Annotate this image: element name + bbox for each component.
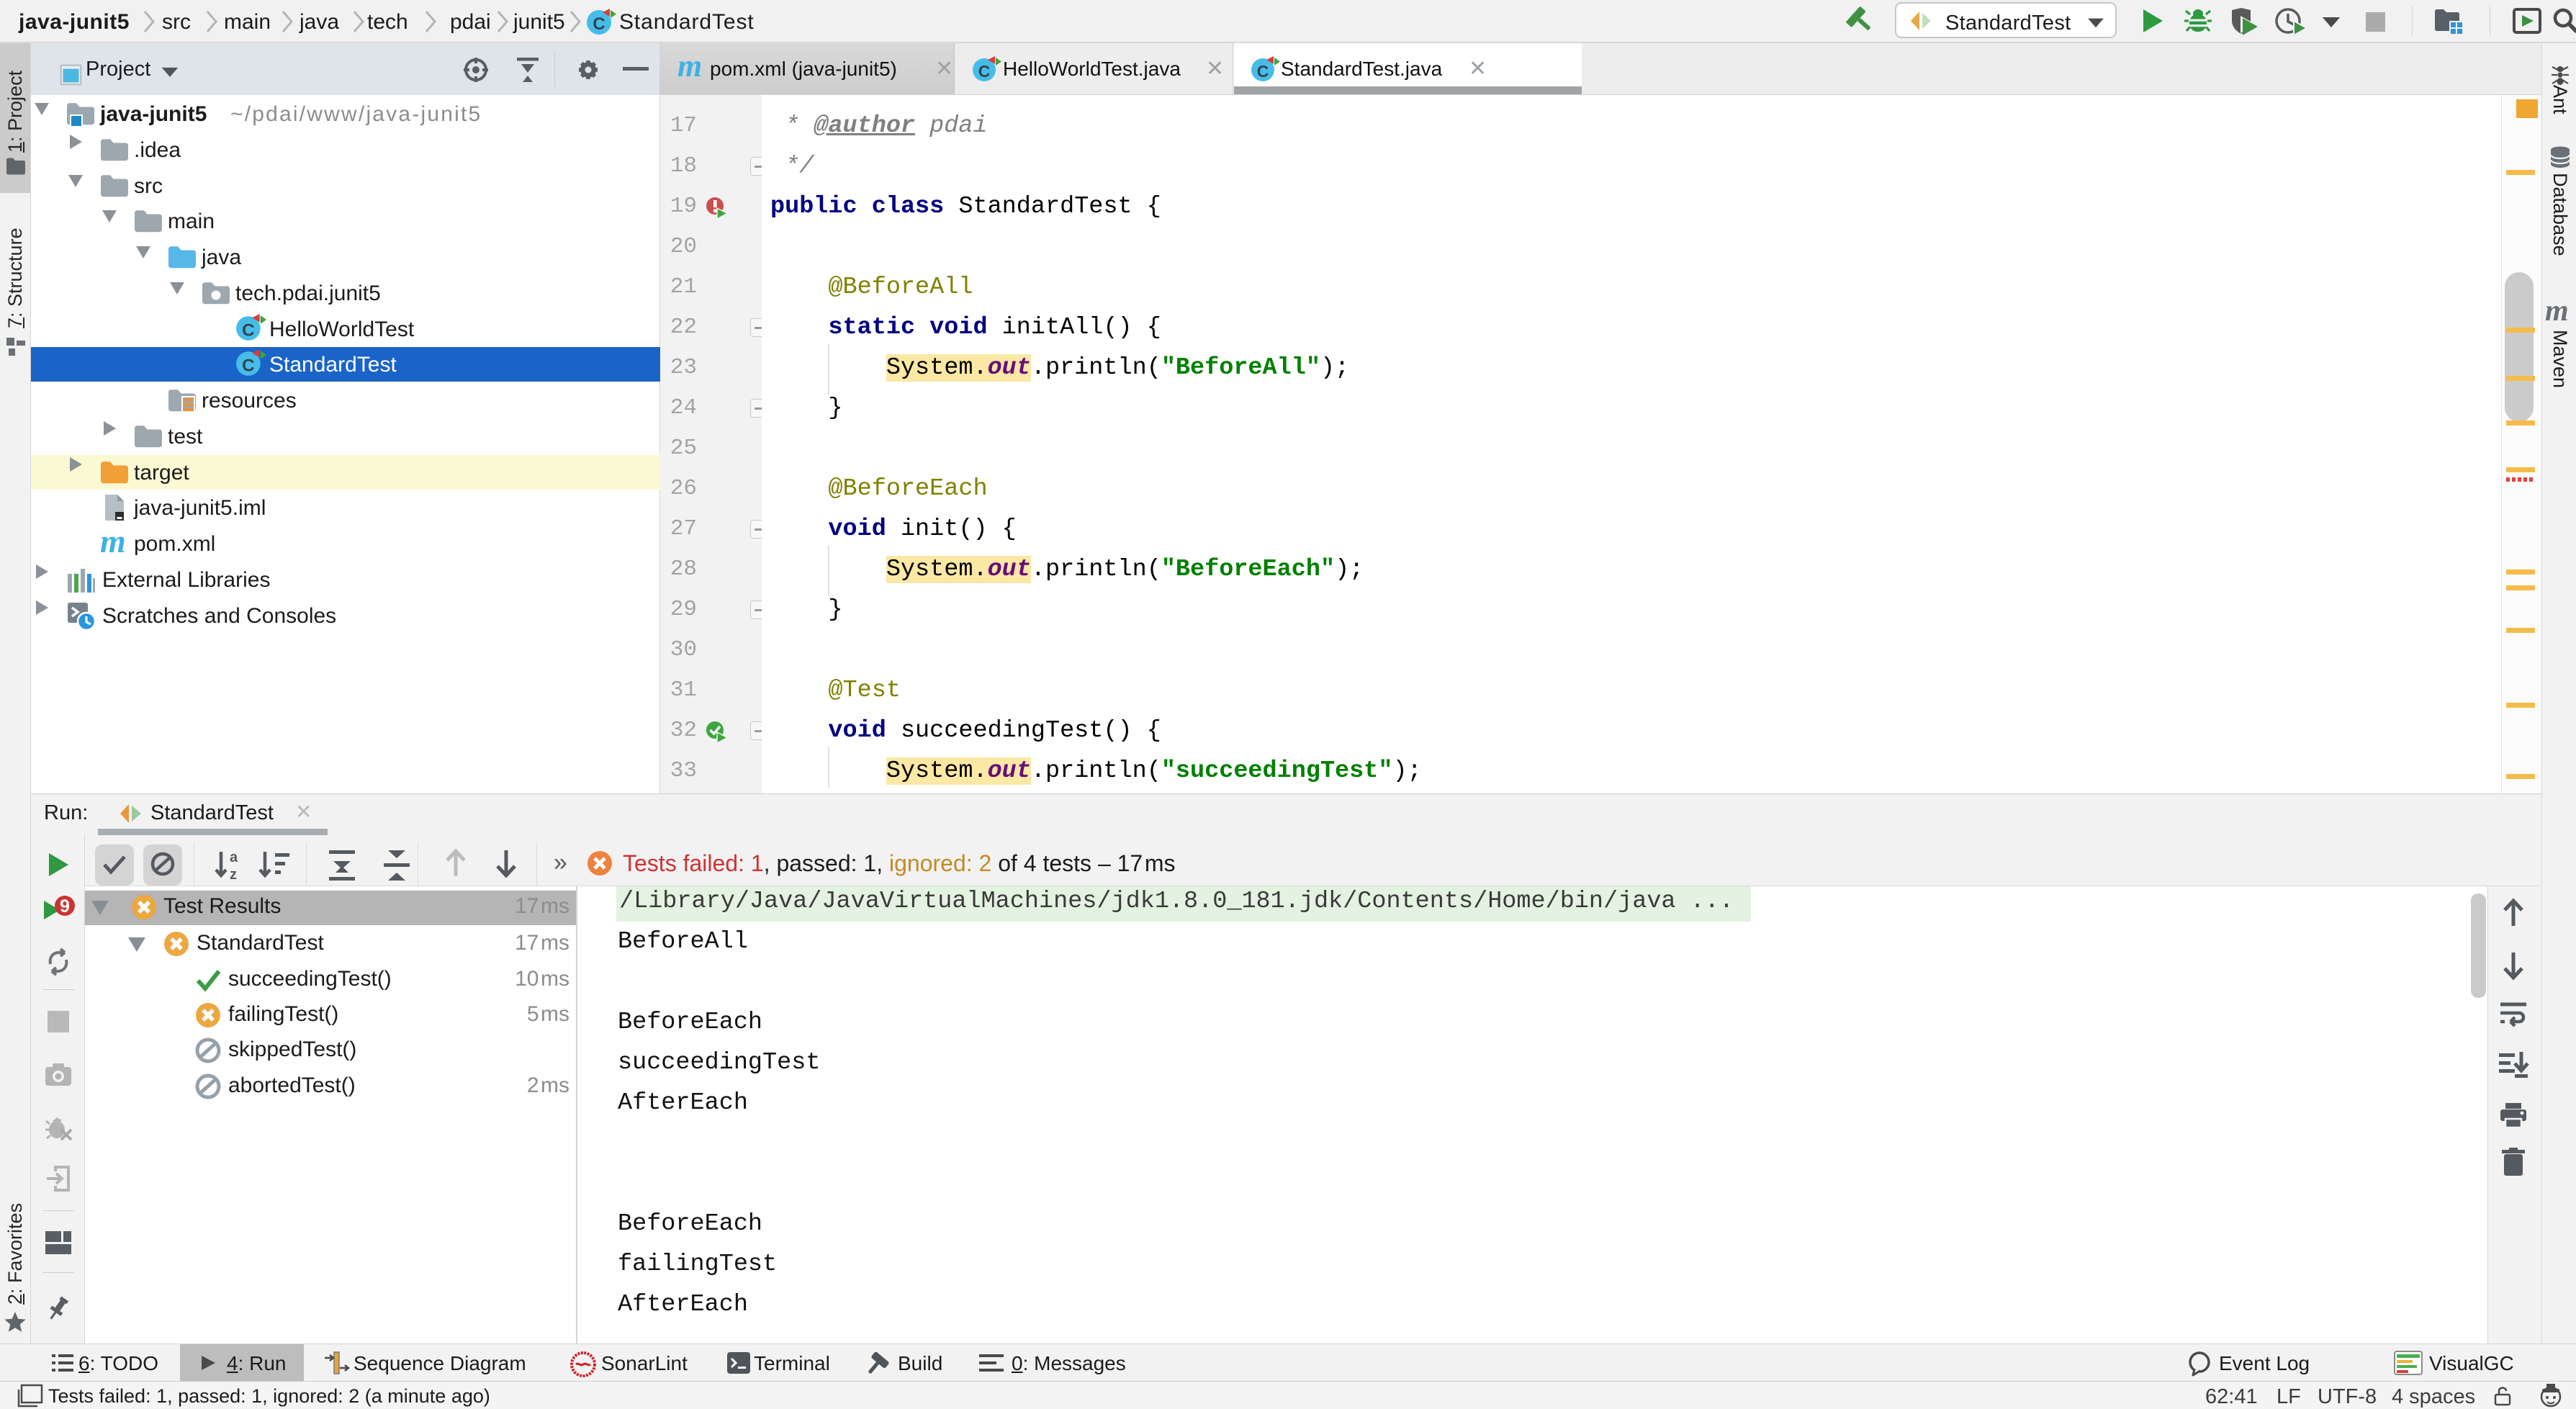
- svg-text:a: a: [230, 850, 238, 865]
- svg-text:C: C: [1257, 62, 1269, 81]
- svg-text:C: C: [593, 14, 605, 34]
- svg-text:C: C: [242, 356, 254, 376]
- svg-text:9: 9: [60, 896, 70, 917]
- svg-text:z: z: [230, 867, 237, 883]
- svg-text:C: C: [242, 321, 254, 341]
- svg-text:C: C: [978, 62, 991, 81]
